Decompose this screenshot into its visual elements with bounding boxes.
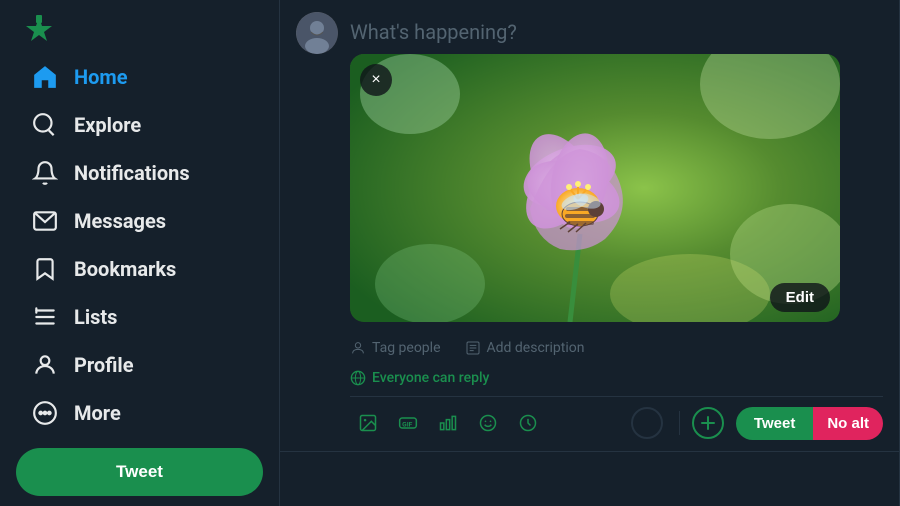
no-alt-button[interactable]: No alt — [813, 407, 883, 440]
sidebar-item-label: Messages — [74, 209, 166, 233]
compose-right: What's happening? × — [350, 12, 883, 451]
description-icon — [465, 340, 481, 356]
image-actions: Tag people Add description — [350, 332, 883, 364]
toolbar-divider — [679, 411, 680, 435]
sidebar-item-label: Lists — [74, 305, 117, 329]
sidebar-item-label: Bookmarks — [74, 257, 176, 281]
tweet-submit-button[interactable]: Tweet — [736, 407, 813, 440]
sidebar-item-more[interactable]: More — [16, 390, 263, 436]
compose-placeholder[interactable]: What's happening? — [350, 12, 883, 54]
reply-setting-label: Everyone can reply — [372, 370, 489, 386]
tag-people-button[interactable]: Tag people — [350, 340, 441, 356]
lists-icon — [32, 304, 58, 330]
add-thread-button[interactable] — [692, 407, 724, 439]
sidebar-item-label: Profile — [74, 353, 134, 377]
bookmark-icon — [32, 256, 58, 282]
compose-toolbar: GIF Tweet — [350, 396, 883, 451]
home-icon — [32, 64, 58, 90]
sidebar-item-notifications[interactable]: Notifications — [16, 150, 263, 196]
poll-icon-button[interactable] — [430, 405, 466, 441]
sidebar-item-home[interactable]: Home — [16, 54, 263, 100]
emoji-icon-button[interactable] — [470, 405, 506, 441]
add-description-button[interactable]: Add description — [465, 340, 585, 356]
tag-icon — [350, 340, 366, 356]
bell-icon — [32, 160, 58, 186]
more-icon — [32, 400, 58, 426]
image-preview-container: × — [350, 54, 840, 322]
close-image-button[interactable]: × — [360, 64, 392, 96]
globe-icon — [350, 370, 366, 386]
tweet-submit-group: Tweet No alt — [736, 407, 883, 440]
sidebar-item-label: Explore — [74, 113, 141, 137]
tweet-button[interactable]: Tweet — [16, 448, 263, 496]
sidebar-item-label: Notifications — [74, 161, 190, 185]
add-description-label: Add description — [487, 340, 585, 356]
sidebar-item-label: More — [74, 401, 121, 425]
sidebar-item-messages[interactable]: Messages — [16, 198, 263, 244]
sidebar-item-bookmarks[interactable]: Bookmarks — [16, 246, 263, 292]
tag-people-label: Tag people — [372, 340, 441, 356]
sidebar-item-explore[interactable]: Explore — [16, 102, 263, 148]
photo-icon-button[interactable] — [350, 405, 386, 441]
profile-icon — [32, 352, 58, 378]
avatar-image — [296, 12, 338, 54]
main-content: What's happening? × — [280, 0, 900, 506]
avatar — [296, 12, 338, 54]
explore-icon — [32, 112, 58, 138]
sidebar-item-label: Home — [74, 65, 128, 89]
image-preview — [350, 54, 840, 322]
compose-area: What's happening? × — [280, 0, 899, 452]
gif-icon-button[interactable]: GIF — [390, 405, 426, 441]
edit-image-button[interactable]: Edit — [770, 283, 830, 312]
twitter-logo — [16, 10, 62, 50]
character-count-circle — [631, 407, 663, 439]
svg-text:GIF: GIF — [402, 420, 412, 428]
sidebar-item-profile[interactable]: Profile — [16, 342, 263, 388]
sidebar: Home Explore Notifications Messages Book… — [0, 0, 280, 506]
messages-icon — [32, 208, 58, 234]
schedule-icon-button[interactable] — [510, 405, 546, 441]
reply-setting-button[interactable]: Everyone can reply — [350, 364, 883, 396]
sidebar-item-lists[interactable]: Lists — [16, 294, 263, 340]
